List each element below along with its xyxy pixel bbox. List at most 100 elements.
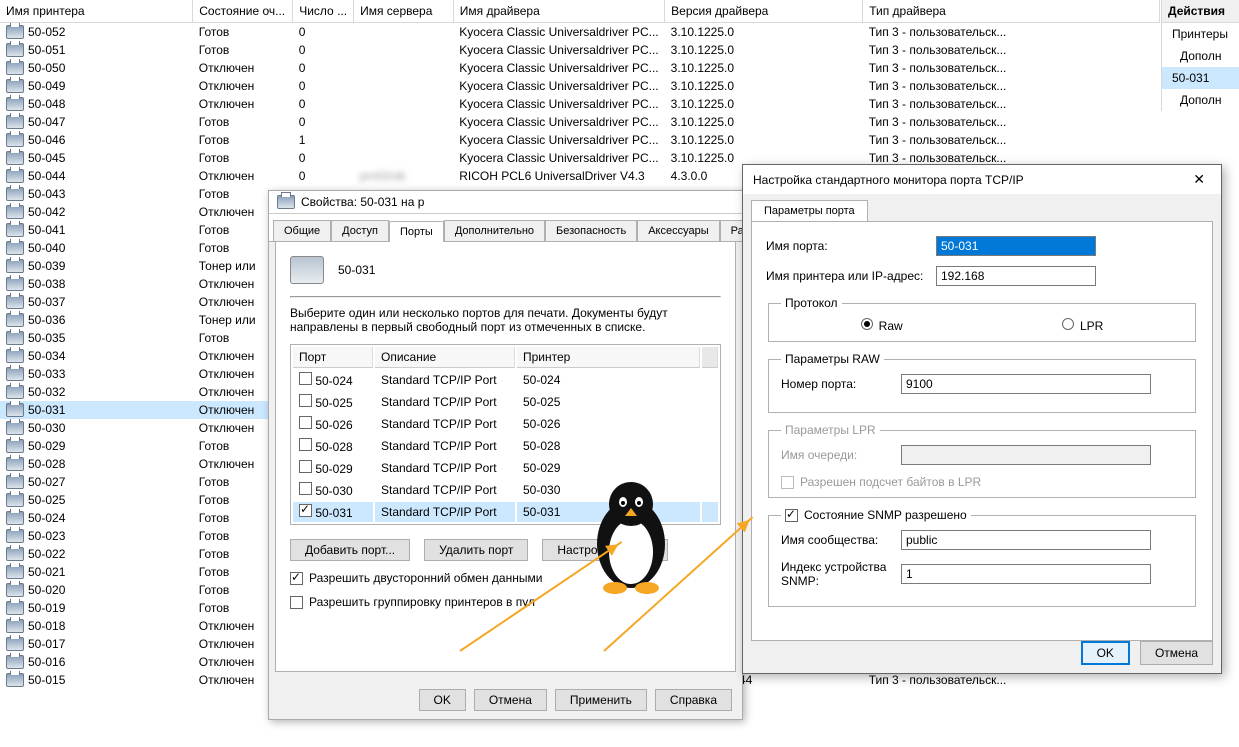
props-ok-button[interactable]: OK bbox=[419, 689, 466, 711]
printer-icon bbox=[6, 565, 24, 579]
printer-icon bbox=[6, 475, 24, 489]
actions-item-more1[interactable]: Дополн bbox=[1162, 45, 1239, 67]
lpr-radio-option[interactable]: LPR bbox=[1062, 318, 1103, 333]
col-header-version[interactable]: Версия драйвера bbox=[665, 0, 863, 23]
close-icon[interactable]: ✕ bbox=[1187, 171, 1211, 188]
port-row[interactable]: 50-025Standard TCP/IP Port50-025 bbox=[293, 392, 718, 412]
actions-item-more2[interactable]: Дополн bbox=[1162, 89, 1239, 111]
printer-icon bbox=[6, 115, 24, 129]
col-header-count[interactable]: Число ... bbox=[293, 0, 354, 23]
table-row[interactable]: 50-051Готов0Kyocera Classic Universaldri… bbox=[0, 41, 1160, 59]
protocol-legend: Протокол bbox=[781, 296, 842, 310]
props-apply-button[interactable]: Применить bbox=[555, 689, 647, 711]
actions-item-printers[interactable]: Принтеры bbox=[1162, 23, 1239, 45]
table-row[interactable]: 50-050Отключен0Kyocera Classic Universal… bbox=[0, 59, 1160, 77]
port-col-desc[interactable]: Описание bbox=[375, 347, 515, 368]
tcpip-tab-portparams[interactable]: Параметры порта bbox=[751, 200, 868, 221]
printer-icon bbox=[6, 223, 24, 237]
col-header-server[interactable]: Имя сервера bbox=[354, 0, 454, 23]
port-checkbox[interactable] bbox=[299, 416, 312, 429]
port-checkbox[interactable] bbox=[299, 372, 312, 385]
col-header-type[interactable]: Тип драйвера bbox=[863, 0, 1160, 23]
actions-header: Действия bbox=[1162, 0, 1239, 23]
printer-icon bbox=[6, 241, 24, 255]
lpr-params-legend: Параметры LPR bbox=[781, 423, 880, 437]
ports-instruction1: Выберите один или несколько портов для п… bbox=[290, 306, 721, 320]
add-port-button[interactable]: Добавить порт... bbox=[290, 539, 410, 561]
printer-icon bbox=[6, 313, 24, 327]
printer-icon bbox=[6, 511, 24, 525]
tcpip-cancel-button[interactable]: Отмена bbox=[1140, 641, 1213, 665]
raw-radio-option[interactable]: Raw bbox=[861, 318, 903, 333]
printer-icon bbox=[6, 583, 24, 597]
tab-security[interactable]: Безопасность bbox=[545, 220, 637, 241]
printer-icon bbox=[6, 457, 24, 471]
printer-icon bbox=[6, 331, 24, 345]
tabs: Общие Доступ Порты Дополнительно Безопас… bbox=[269, 214, 742, 242]
printer-icon bbox=[6, 187, 24, 201]
radio-icon bbox=[1062, 318, 1074, 330]
port-name-input[interactable] bbox=[936, 236, 1096, 256]
radio-icon bbox=[861, 318, 873, 330]
col-header-driver[interactable]: Имя драйвера bbox=[453, 0, 664, 23]
lpr-bytes-label: Разрешен подсчет байтов в LPR bbox=[800, 475, 981, 489]
port-checkbox[interactable] bbox=[299, 482, 312, 495]
printer-icon bbox=[6, 43, 24, 57]
snmp-index-input[interactable] bbox=[901, 564, 1151, 584]
community-input[interactable] bbox=[901, 530, 1151, 550]
snmp-index-label: Индекс устройства SNMP: bbox=[781, 560, 901, 588]
tab-general[interactable]: Общие bbox=[273, 220, 331, 241]
printer-icon bbox=[6, 169, 24, 183]
delete-port-button[interactable]: Удалить порт bbox=[424, 539, 528, 561]
printer-icon bbox=[6, 79, 24, 93]
printer-icon bbox=[6, 439, 24, 453]
table-row[interactable]: 50-046Готов1Kyocera Classic Universaldri… bbox=[0, 131, 1160, 149]
actions-item-selected-printer[interactable]: 50-031 bbox=[1162, 67, 1239, 89]
tab-accessories[interactable]: Аксессуары bbox=[637, 220, 719, 241]
printer-icon bbox=[6, 529, 24, 543]
printer-icon bbox=[6, 61, 24, 75]
tab-advanced[interactable]: Дополнительно bbox=[444, 220, 545, 241]
props-cancel-button[interactable]: Отмена bbox=[474, 689, 547, 711]
table-row[interactable]: 50-048Отключен0Kyocera Classic Universal… bbox=[0, 95, 1160, 113]
port-checkbox[interactable] bbox=[299, 438, 312, 451]
port-col-printer[interactable]: Принтер bbox=[517, 347, 700, 368]
snmp-enabled-checkbox[interactable] bbox=[785, 509, 798, 522]
host-input[interactable] bbox=[936, 266, 1096, 286]
printer-icon bbox=[6, 493, 24, 507]
port-row[interactable]: 50-028Standard TCP/IP Port50-028 bbox=[293, 436, 718, 456]
col-header-name[interactable]: Имя принтера bbox=[0, 0, 193, 23]
printer-icon bbox=[6, 133, 24, 147]
printer-icon bbox=[6, 97, 24, 111]
pooling-checkbox[interactable] bbox=[290, 596, 303, 609]
port-checkbox[interactable] bbox=[299, 460, 312, 473]
ports-scrollbar[interactable] bbox=[702, 347, 718, 368]
tab-ports[interactable]: Порты bbox=[389, 221, 444, 242]
port-checkbox[interactable] bbox=[299, 504, 312, 517]
snmp-legend[interactable]: Состояние SNMP разрешено bbox=[781, 508, 971, 522]
port-number-input[interactable] bbox=[901, 374, 1151, 394]
port-row[interactable]: 50-024Standard TCP/IP Port50-024 bbox=[293, 370, 718, 390]
printer-icon bbox=[277, 195, 295, 209]
port-row[interactable]: 50-026Standard TCP/IP Port50-026 bbox=[293, 414, 718, 434]
printer-icon bbox=[6, 259, 24, 273]
props-help-button[interactable]: Справка bbox=[655, 689, 732, 711]
port-name-label: Имя порта: bbox=[766, 239, 936, 253]
port-checkbox[interactable] bbox=[299, 394, 312, 407]
printer-icon bbox=[6, 619, 24, 633]
tcpip-ok-button[interactable]: OK bbox=[1081, 641, 1130, 665]
community-label: Имя сообщества: bbox=[781, 533, 901, 547]
port-col-port[interactable]: Порт bbox=[293, 347, 373, 368]
watermark-icon bbox=[581, 474, 681, 594]
printer-icon bbox=[6, 295, 24, 309]
col-header-status[interactable]: Состояние оч... bbox=[193, 0, 293, 23]
printer-icon bbox=[6, 673, 24, 687]
tab-sharing[interactable]: Доступ bbox=[331, 220, 389, 241]
table-row[interactable]: 50-049Отключен0Kyocera Classic Universal… bbox=[0, 77, 1160, 95]
dialog-title: Свойства: 50-031 на p bbox=[301, 195, 424, 209]
actions-pane: Действия Принтеры Дополн 50-031 Дополн bbox=[1161, 0, 1239, 111]
table-row[interactable]: 50-052Готов0Kyocera Classic Universaldri… bbox=[0, 23, 1160, 42]
bidirectional-checkbox[interactable] bbox=[290, 572, 303, 585]
tcpip-title: Настройка стандартного монитора порта TC… bbox=[753, 173, 1024, 187]
table-row[interactable]: 50-047Готов0Kyocera Classic Universaldri… bbox=[0, 113, 1160, 131]
